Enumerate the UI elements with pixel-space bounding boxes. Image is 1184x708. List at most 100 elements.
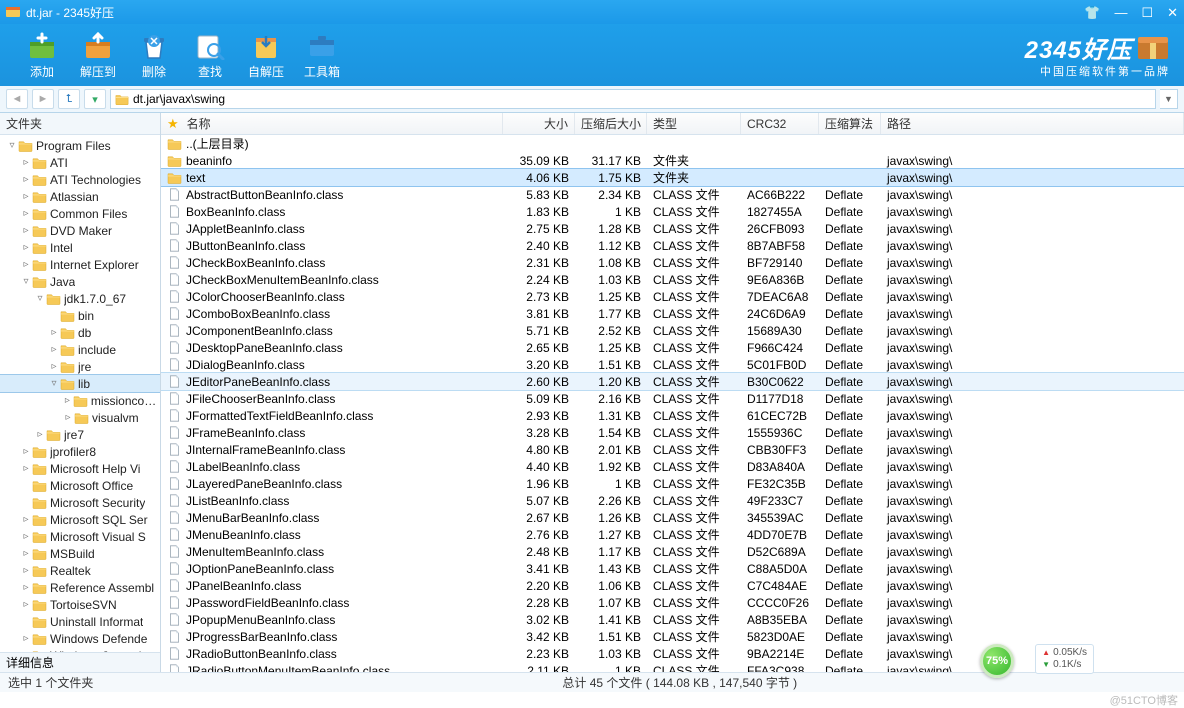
tree-node[interactable]: ▹Microsoft Office (0, 477, 160, 494)
tree-expander-icon[interactable]: ▹ (20, 633, 32, 644)
col-name[interactable]: ★名称 (161, 113, 503, 134)
toolbar-add-button[interactable]: 添加 (14, 31, 70, 80)
tree-expander-icon[interactable]: ▹ (20, 157, 32, 168)
tree-expander-icon[interactable]: ▹ (48, 361, 60, 372)
file-row[interactable]: beaninfo35.09 KB31.17 KB文件夹javax\swing\ (161, 152, 1184, 169)
tree-expander-icon[interactable]: ▹ (34, 429, 46, 440)
file-row[interactable]: JRadioButtonMenuItemBeanInfo.class2.11 K… (161, 662, 1184, 672)
tree-expander-icon[interactable]: ▹ (20, 565, 32, 576)
nav-up-button[interactable]: ⮤ (58, 89, 80, 109)
nav-back-button[interactable]: ◄ (6, 89, 28, 109)
file-row[interactable]: JFormattedTextFieldBeanInfo.class2.93 KB… (161, 407, 1184, 424)
favorite-star-icon[interactable]: ★ (167, 113, 179, 134)
tree-expander-icon[interactable]: ▹ (62, 412, 74, 423)
tree-expander-icon[interactable]: ▹ (20, 446, 32, 457)
toolbar-extract-button[interactable]: 解压到 (70, 31, 126, 80)
toolbar-find-button[interactable]: 查找 (182, 31, 238, 80)
file-row[interactable]: JInternalFrameBeanInfo.class4.80 KB2.01 … (161, 441, 1184, 458)
tree-expander-icon[interactable]: ▹ (48, 327, 60, 338)
nav-history-button[interactable]: ▾ (84, 89, 106, 109)
minimize-button[interactable]: — (1114, 6, 1127, 19)
file-row[interactable]: JAppletBeanInfo.class2.75 KB1.28 KBCLASS… (161, 220, 1184, 237)
tree-node[interactable]: ▿Program Files (0, 137, 160, 154)
tree-node[interactable]: ▹Windows Defende (0, 630, 160, 647)
tree-expander-icon[interactable]: ▹ (20, 259, 32, 270)
tree-node[interactable]: ▹Microsoft Security (0, 494, 160, 511)
tree-expander-icon[interactable]: ▹ (20, 463, 32, 474)
close-button[interactable]: ✕ (1167, 6, 1178, 19)
tree-expander-icon[interactable]: ▹ (20, 174, 32, 185)
file-row[interactable]: JColorChooserBeanInfo.class2.73 KB1.25 K… (161, 288, 1184, 305)
tree-expander-icon[interactable]: ▿ (20, 276, 32, 287)
tree-node[interactable]: ▹jre (0, 358, 160, 375)
col-size[interactable]: 大小 (503, 113, 575, 134)
tree-node[interactable]: ▹Intel (0, 239, 160, 256)
tree-expander-icon[interactable]: ▿ (48, 378, 60, 389)
file-row[interactable]: JMenuBeanInfo.class2.76 KB1.27 KBCLASS 文… (161, 526, 1184, 543)
tree-expander-icon[interactable]: ▹ (20, 191, 32, 202)
tree-node[interactable]: ▹Microsoft Visual S (0, 528, 160, 545)
progress-bubble[interactable]: 75% (980, 644, 1014, 678)
file-rows[interactable]: ..(上层目录)beaninfo35.09 KB31.17 KB文件夹javax… (161, 135, 1184, 672)
tree-expander-icon[interactable]: ▹ (20, 616, 32, 627)
file-row[interactable]: JCheckBoxMenuItemBeanInfo.class2.24 KB1.… (161, 271, 1184, 288)
tree-node[interactable]: ▿lib (0, 375, 160, 392)
tree-node[interactable]: ▹Microsoft Help Vi (0, 460, 160, 477)
tree-node[interactable]: ▹Atlassian (0, 188, 160, 205)
tree-expander-icon[interactable]: ▹ (48, 310, 60, 321)
tree-expander-icon[interactable]: ▹ (20, 582, 32, 593)
tree-expander-icon[interactable]: ▹ (20, 514, 32, 525)
col-crc[interactable]: CRC32 (741, 113, 819, 134)
tree-node[interactable]: ▹Microsoft SQL Ser (0, 511, 160, 528)
tree-expander-icon[interactable]: ▹ (48, 344, 60, 355)
file-row[interactable]: JPopupMenuBeanInfo.class3.02 KB1.41 KBCL… (161, 611, 1184, 628)
file-row[interactable]: JDialogBeanInfo.class3.20 KB1.51 KBCLASS… (161, 356, 1184, 373)
file-row[interactable]: JListBeanInfo.class5.07 KB2.26 KBCLASS 文… (161, 492, 1184, 509)
toolbar-tools-button[interactable]: 工具箱 (294, 31, 350, 80)
col-path[interactable]: 路径 (881, 113, 1184, 134)
tree-node[interactable]: ▹Internet Explorer (0, 256, 160, 273)
tree-expander-icon[interactable]: ▹ (20, 531, 32, 542)
file-row[interactable]: JPasswordFieldBeanInfo.class2.28 KB1.07 … (161, 594, 1184, 611)
file-row[interactable]: ..(上层目录) (161, 135, 1184, 152)
file-row[interactable]: JPanelBeanInfo.class2.20 KB1.06 KBCLASS … (161, 577, 1184, 594)
tree-node[interactable]: ▹jre7 (0, 426, 160, 443)
tree-node[interactable]: ▹bin (0, 307, 160, 324)
tree-expander-icon[interactable]: ▹ (20, 242, 32, 253)
file-row[interactable]: JComponentBeanInfo.class5.71 KB2.52 KBCL… (161, 322, 1184, 339)
col-algorithm[interactable]: 压缩算法 (819, 113, 881, 134)
file-row[interactable]: JOptionPaneBeanInfo.class3.41 KB1.43 KBC… (161, 560, 1184, 577)
tree-node[interactable]: ▿jdk1.7.0_67 (0, 290, 160, 307)
toolbar-sfx-button[interactable]: 自解压 (238, 31, 294, 80)
file-row[interactable]: JComboBoxBeanInfo.class3.81 KB1.77 KBCLA… (161, 305, 1184, 322)
tree-node[interactable]: ▹Common Files (0, 205, 160, 222)
file-row[interactable]: JMenuItemBeanInfo.class2.48 KB1.17 KBCLA… (161, 543, 1184, 560)
tree-expander-icon[interactable]: ▹ (20, 599, 32, 610)
tree-node[interactable]: ▿Java (0, 273, 160, 290)
tree-expander-icon[interactable]: ▹ (20, 548, 32, 559)
file-row[interactable]: JCheckBoxBeanInfo.class2.31 KB1.08 KBCLA… (161, 254, 1184, 271)
tree-node[interactable]: ▹Uninstall Informat (0, 613, 160, 630)
tree-node[interactable]: ▹include (0, 341, 160, 358)
file-row[interactable]: JEditorPaneBeanInfo.class2.60 KB1.20 KBC… (161, 373, 1184, 390)
tree-expander-icon[interactable]: ▹ (20, 480, 32, 491)
tree-node[interactable]: ▹ATI (0, 154, 160, 171)
tree-node[interactable]: ▹MSBuild (0, 545, 160, 562)
tree-node[interactable]: ▹Reference Assembl (0, 579, 160, 596)
tree-expander-icon[interactable]: ▹ (62, 395, 73, 406)
file-row[interactable]: JRadioButtonBeanInfo.class2.23 KB1.03 KB… (161, 645, 1184, 662)
file-row[interactable]: AbstractButtonBeanInfo.class5.83 KB2.34 … (161, 186, 1184, 203)
tree-node[interactable]: ▹visualvm (0, 409, 160, 426)
file-row[interactable]: JLabelBeanInfo.class4.40 KB1.92 KBCLASS … (161, 458, 1184, 475)
address-bar[interactable]: dt.jar\javax\swing (110, 89, 1156, 109)
file-row[interactable]: JLayeredPaneBeanInfo.class1.96 KB1 KBCLA… (161, 475, 1184, 492)
maximize-button[interactable]: ☐ (1141, 6, 1153, 19)
address-dropdown-button[interactable]: ▼ (1160, 89, 1178, 109)
file-row[interactable]: text4.06 KB1.75 KB文件夹javax\swing\ (161, 169, 1184, 186)
toolbar-delete-button[interactable]: 删除 (126, 31, 182, 80)
tree-expander-icon[interactable]: ▹ (20, 225, 32, 236)
file-row[interactable]: JProgressBarBeanInfo.class3.42 KB1.51 KB… (161, 628, 1184, 645)
folder-tree[interactable]: ▿Program Files▹ATI▹ATI Technologies▹Atla… (0, 135, 160, 652)
tree-node[interactable]: ▹Realtek (0, 562, 160, 579)
file-row[interactable]: BoxBeanInfo.class1.83 KB1 KBCLASS 文件1827… (161, 203, 1184, 220)
